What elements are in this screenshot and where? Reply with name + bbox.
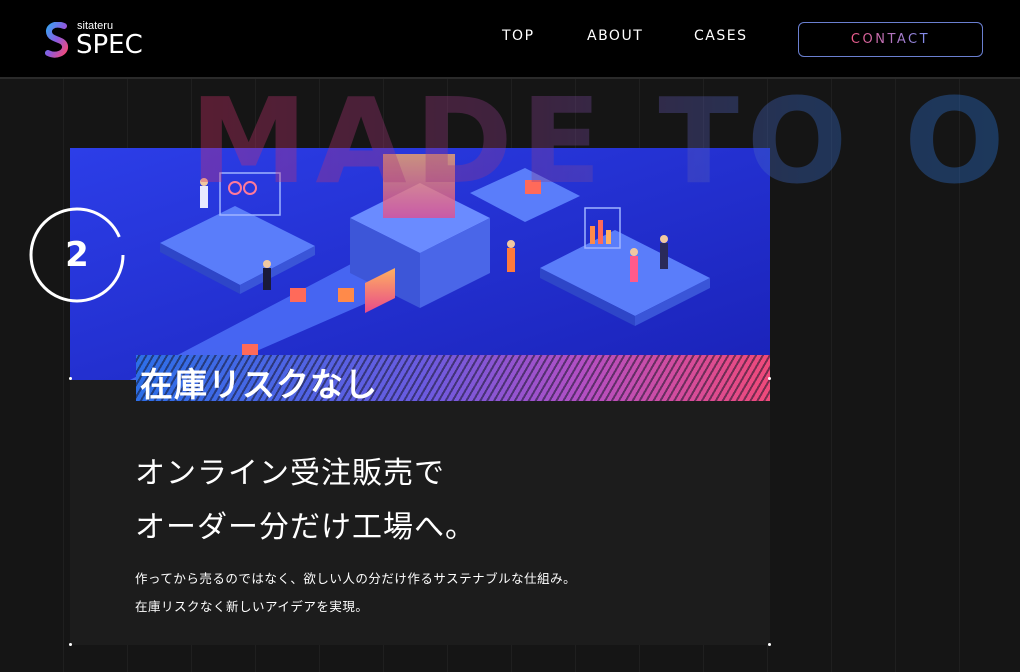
feature-headline-line1: オンライン受注販売で [135, 456, 445, 491]
feature-banner-title: 在庫リスクなし [140, 365, 378, 404]
step-number: 2 [65, 235, 89, 275]
corner-dot [69, 643, 72, 646]
corner-dot [69, 377, 72, 380]
site-header: sitateru SPEC TOP ABOUT CASES CONTACT [0, 0, 1020, 78]
logo-mark-icon [45, 22, 68, 58]
nav-top[interactable]: TOP [502, 28, 535, 44]
feature-headline: オンライン受注販売で オーダー分だけ工場へ。 [135, 447, 476, 555]
header-divider [0, 77, 1020, 79]
nav-cases[interactable]: CASES [694, 28, 747, 44]
step-number-badge: 2 [28, 206, 126, 304]
nav-about[interactable]: ABOUT [587, 28, 643, 44]
feature-description-line2: 在庫リスクなく新しいアイデアを実現。 [135, 599, 369, 614]
logo[interactable]: sitateru SPEC [44, 20, 164, 60]
contact-button[interactable]: CONTACT [798, 22, 983, 57]
contact-button-label: CONTACT [850, 32, 931, 47]
corner-dot [768, 643, 771, 646]
corner-dot [768, 377, 771, 380]
feature-description-line1: 作ってから売るのではなく、欲しい人の分だけ作るサステナブルな仕組み。 [135, 571, 577, 586]
logo-title: SPEC [76, 30, 143, 60]
background-headline: MADE TO O [190, 72, 1013, 210]
feature-headline-line2: オーダー分だけ工場へ。 [135, 510, 476, 545]
feature-description: 作ってから売るのではなく、欲しい人の分だけ作るサステナブルな仕組み。 在庫リスク… [135, 565, 576, 621]
